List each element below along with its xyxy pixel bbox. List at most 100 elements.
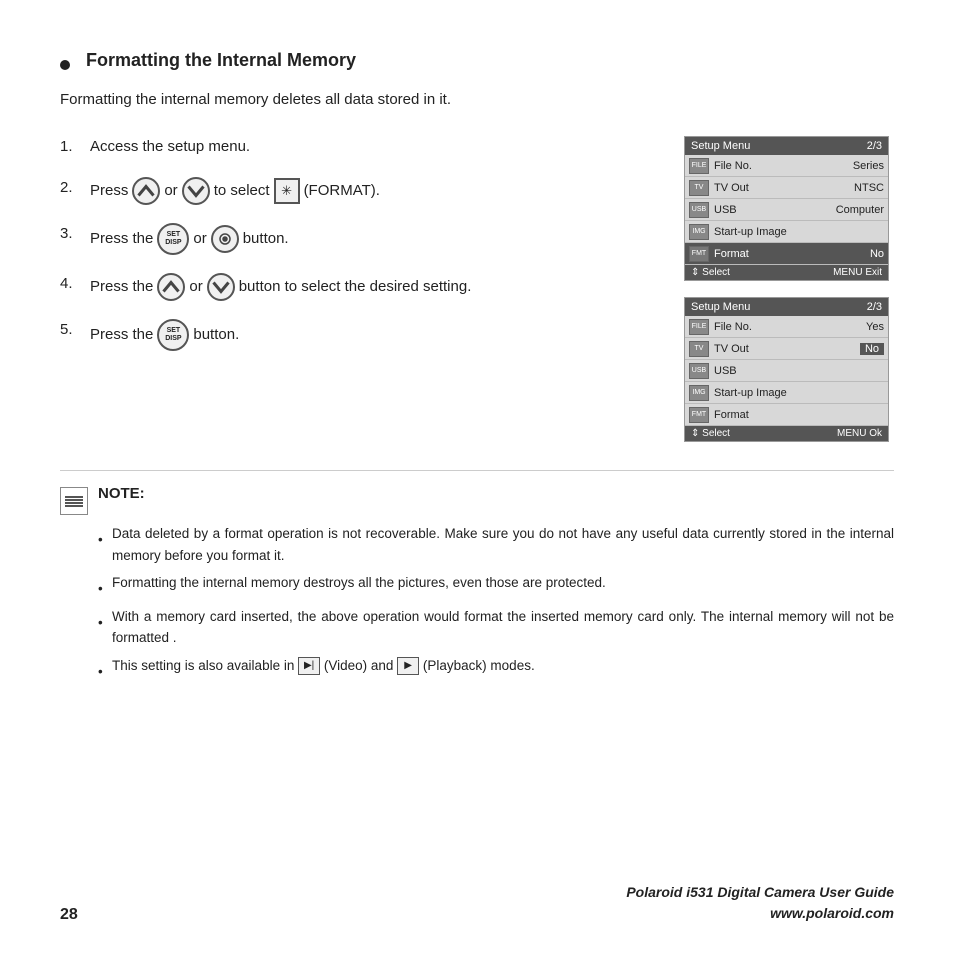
menu1-footer-left: ⇕ Select xyxy=(691,267,730,278)
menu1-value-5: No xyxy=(870,248,884,260)
step-4: 4. Press the or xyxy=(60,273,664,301)
btn-up2-icon xyxy=(157,273,185,301)
menu1-icon-5: FMT xyxy=(689,246,709,262)
step-4-press: Press the xyxy=(90,273,153,300)
menu2-row-2: TV TV Out No xyxy=(685,338,888,360)
menu2-icon-3: USB xyxy=(689,363,709,379)
page: Formatting the Internal Memory Formattin… xyxy=(0,0,954,954)
menu2-icon-2: TV xyxy=(689,341,709,357)
menu2-footer-left: ⇕ Select xyxy=(691,428,730,439)
menu1-value-1: Series xyxy=(853,160,884,172)
menu2-row-4: IMG Start-up Image xyxy=(685,382,888,404)
menu2-value-1: Yes xyxy=(866,321,884,333)
menu2-header-left: Setup Menu xyxy=(691,301,750,313)
menu1-icon-4: IMG xyxy=(689,224,709,240)
step-5: 5. Press the SETDISP button. xyxy=(60,319,664,351)
menu1-icon-2: TV xyxy=(689,180,709,196)
step-5-button: button. xyxy=(193,321,239,348)
main-content: 1. Access the setup menu. 2. Press or xyxy=(60,136,894,442)
menu1-label-2: TV Out xyxy=(714,182,854,194)
menu2-no-highlight: No xyxy=(860,343,884,355)
section-title: Formatting the Internal Memory xyxy=(86,50,356,71)
btn-down2-icon xyxy=(207,273,235,301)
menu1-value-3: Computer xyxy=(836,204,884,216)
menu1-value-2: NTSC xyxy=(854,182,884,194)
footer-brand: Polaroid i531 Digital Camera User Guide … xyxy=(626,882,894,924)
note-dot-1: • xyxy=(98,529,106,551)
step-4-or: or xyxy=(189,273,202,300)
step-1-num: 1. xyxy=(60,136,84,159)
menu1-label-1: File No. xyxy=(714,160,853,172)
step-3-press: Press the xyxy=(90,225,153,252)
footer-brand-line2: www.polaroid.com xyxy=(626,903,894,924)
step-1: 1. Access the setup menu. xyxy=(60,136,664,159)
menu2-icon-4: IMG xyxy=(689,385,709,401)
menu1-header-right: 2/3 xyxy=(867,140,882,152)
note-header: NOTE: xyxy=(60,485,894,515)
step-3-content: Press the SETDISP or button. xyxy=(90,223,289,255)
step-5-content: Press the SETDISP button. xyxy=(90,319,239,351)
menu1-label-3: USB xyxy=(714,204,836,216)
menu2-header-right: 2/3 xyxy=(867,301,882,313)
menu1-row-1: FILE File No. Series xyxy=(685,155,888,177)
menu2-label-5: Format xyxy=(714,409,884,421)
menu2-icon-1: FILE xyxy=(689,319,709,335)
menu1-label-5: Format xyxy=(714,248,870,260)
note-bullet-1: • Data deleted by a format operation is … xyxy=(98,523,894,566)
steps-column: 1. Access the setup menu. 2. Press or xyxy=(60,136,664,442)
menu2-footer-right: MENU Ok xyxy=(837,428,882,439)
step-3-or: or xyxy=(193,225,206,252)
step-3: 3. Press the SETDISP or button. xyxy=(60,223,664,255)
menu2-label-4: Start-up Image xyxy=(714,387,884,399)
format-icon: ✳ xyxy=(274,178,300,204)
step-4-rest: button to select the desired setting. xyxy=(239,273,472,300)
btn-up-icon xyxy=(132,177,160,205)
page-footer: 28 Polaroid i531 Digital Camera User Gui… xyxy=(60,882,894,924)
step-3-num: 3. xyxy=(60,223,84,246)
step-4-num: 4. xyxy=(60,273,84,296)
menu2-label-2: TV Out xyxy=(714,343,860,355)
note-bullets: • Data deleted by a format operation is … xyxy=(98,523,894,683)
btn-set2-icon: SETDISP xyxy=(157,319,189,351)
btn-down-icon xyxy=(182,177,210,205)
menu2-row-1: FILE File No. Yes xyxy=(685,316,888,338)
btn-set-icon: SETDISP xyxy=(157,223,189,255)
step-2-num: 2. xyxy=(60,177,84,200)
step-4-content: Press the or button to select th xyxy=(90,273,471,301)
menu1-row-5-highlighted: FMT Format No xyxy=(685,243,888,265)
step-2-press: Press xyxy=(90,177,128,204)
menu1-label-4: Start-up Image xyxy=(714,226,884,238)
step-2-toselect: to select xyxy=(214,177,270,204)
step-2-format-label: (FORMAT). xyxy=(304,177,380,204)
menu1-row-3: USB USB Computer xyxy=(685,199,888,221)
step-1-text: Access the setup menu. xyxy=(90,136,250,159)
step-5-num: 5. xyxy=(60,319,84,342)
menu2-value-2: No xyxy=(860,343,884,355)
menu2-header: Setup Menu 2/3 xyxy=(685,298,888,316)
menu2-row-5: FMT Format xyxy=(685,404,888,426)
note-text-4: This setting is also available in ▶| (Vi… xyxy=(112,655,535,677)
note-label: NOTE: xyxy=(98,485,145,502)
step-2: 2. Press or t xyxy=(60,177,664,205)
menu1-row-2: TV TV Out NTSC xyxy=(685,177,888,199)
playback-mode-icon: ▶ xyxy=(397,657,419,675)
menu-screenshot-2: Setup Menu 2/3 FILE File No. Yes TV TV O… xyxy=(684,297,889,442)
footer-brand-line1: Polaroid i531 Digital Camera User Guide xyxy=(626,882,894,903)
note-section: NOTE: • Data deleted by a format operati… xyxy=(60,470,894,683)
menu1-icon-3: USB xyxy=(689,202,709,218)
step-2-content: Press or to select ✳ xyxy=(90,177,380,205)
note-bullet-2: • Formatting the internal memory destroy… xyxy=(98,572,894,600)
btn-joystick-icon xyxy=(211,225,239,253)
menu2-row-3: USB USB xyxy=(685,360,888,382)
footer-page-number: 28 xyxy=(60,906,78,924)
note-dot-2: • xyxy=(98,578,106,600)
subtitle: Formatting the internal memory deletes a… xyxy=(60,91,894,108)
note-dot-4: • xyxy=(98,661,106,683)
step-5-press: Press the xyxy=(90,321,153,348)
note-bullet-4: • This setting is also available in ▶| (… xyxy=(98,655,894,683)
screenshots-column: Setup Menu 2/3 FILE File No. Series TV T… xyxy=(684,136,894,442)
menu1-row-4: IMG Start-up Image xyxy=(685,221,888,243)
menu2-label-3: USB xyxy=(714,365,884,377)
note-text-3: With a memory card inserted, the above o… xyxy=(112,606,894,649)
menu1-footer: ⇕ Select MENU Exit xyxy=(685,265,888,280)
